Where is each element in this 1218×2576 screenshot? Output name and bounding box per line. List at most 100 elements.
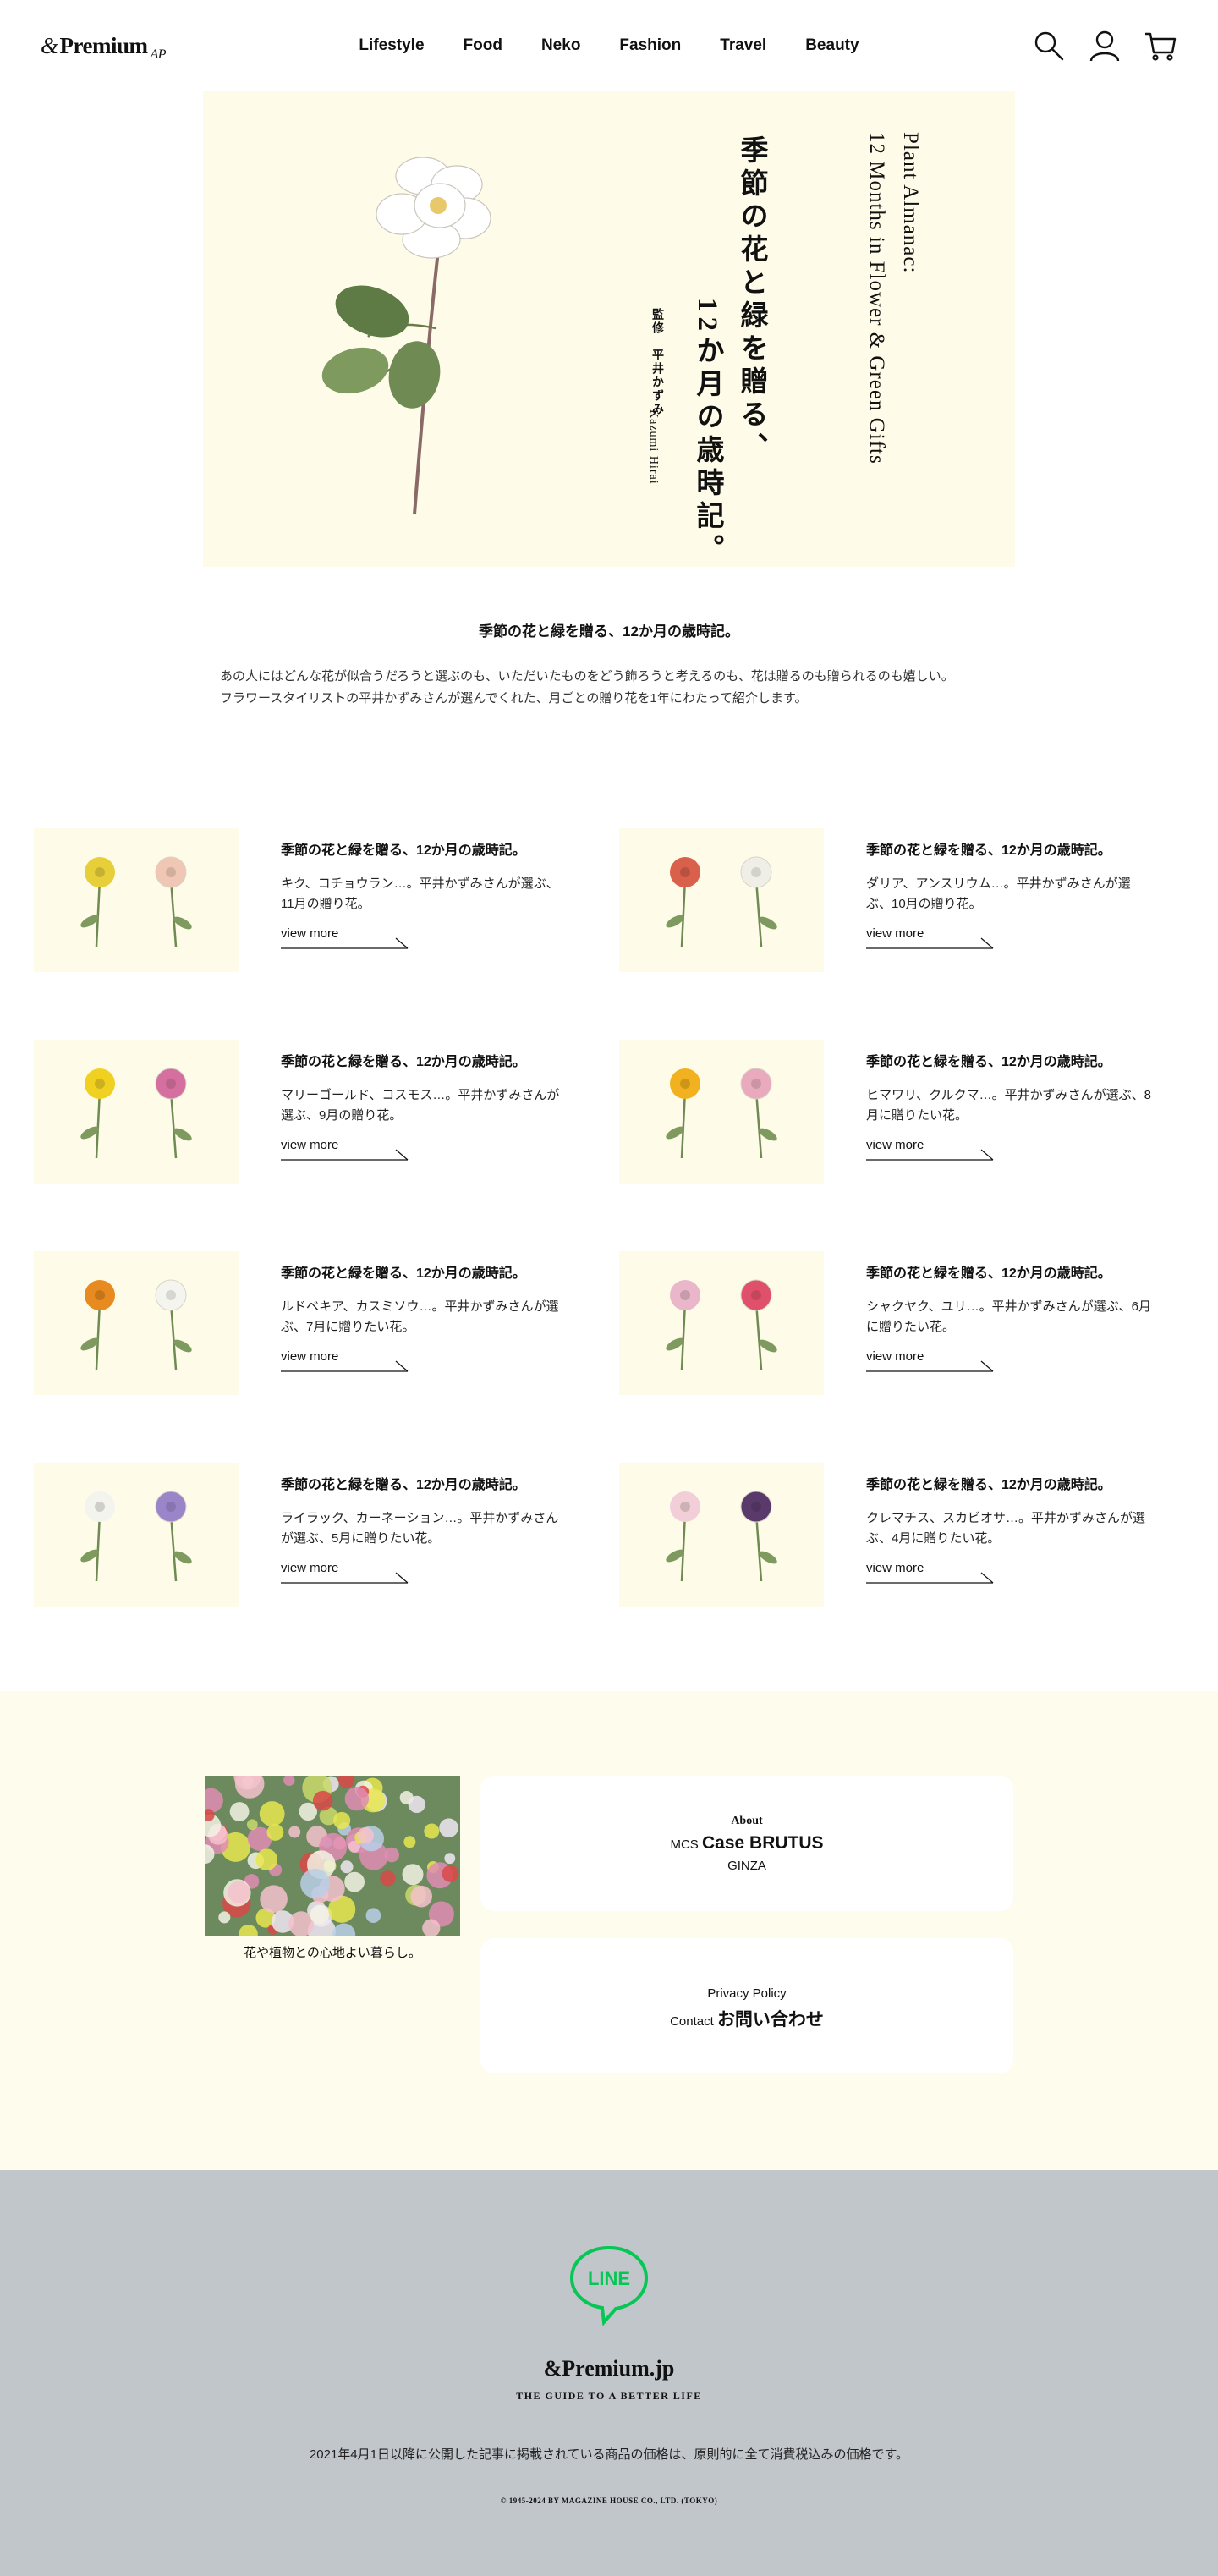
- article-thumbnail[interactable]: [619, 1463, 824, 1607]
- nav-travel[interactable]: Travel: [720, 36, 766, 55]
- contact-link[interactable]: お問い合わせ: [717, 2010, 824, 2029]
- arrow-right-icon: [281, 1360, 409, 1372]
- article-title[interactable]: 季節の花と緑を贈る、12か月の歳時記。: [866, 1265, 1154, 1283]
- about-panel: About MCS Case BRUTUS GINZA: [480, 1776, 1013, 1911]
- arrow-right-icon: [281, 937, 409, 949]
- nav-food[interactable]: Food: [464, 36, 502, 55]
- hero-title-en-1: Plant Almanac:: [899, 132, 922, 274]
- user-icon[interactable]: [1088, 29, 1122, 63]
- about-section: 花や植物との心地よい暮らし。 About MCS Case BRUTUS GIN…: [0, 1691, 1218, 2170]
- privacy-policy-link[interactable]: Privacy Policy: [707, 1986, 786, 2001]
- article-thumbnail[interactable]: [34, 1040, 239, 1184]
- view-more-link[interactable]: view more: [866, 926, 994, 949]
- line-icon-label: LINE: [588, 2268, 630, 2289]
- article-body: 季節の花と緑を贈る、12か月の歳時記。 ルドベキア、カスミソウ…。平井かずみさん…: [281, 1251, 568, 1372]
- article-body: 季節の花と緑を贈る、12か月の歳時記。 ダリア、アンスリウム…。平井かずみさんが…: [866, 828, 1154, 949]
- article-card: 季節の花と緑を贈る、12か月の歳時記。 ダリア、アンスリウム…。平井かずみさんが…: [619, 828, 1204, 972]
- about-caption: 花や植物との心地よい暮らし。: [244, 1946, 421, 1960]
- article-card: 季節の花と緑を贈る、12か月の歳時記。 クレマチス、スカビオサ…。平井かずみさん…: [619, 1463, 1204, 1607]
- hero-title-en-2: 12 Months in Flower & Green Gifts: [865, 132, 888, 464]
- article-body: 季節の花と緑を贈る、12か月の歳時記。 マリーゴールド、コスモス…。平井かずみさ…: [281, 1040, 568, 1161]
- arrow-right-icon: [866, 1360, 994, 1372]
- nav-beauty[interactable]: Beauty: [805, 36, 859, 55]
- hero-title-jp-1: 季節の花と緑を贈る、: [736, 135, 766, 465]
- article-thumbnail[interactable]: [619, 1040, 824, 1184]
- ginza-link[interactable]: GINZA: [727, 1859, 766, 1873]
- article-description: シャクヤク、ユリ…。平井かずみさんが選ぶ、6月に贈りたい花。: [866, 1299, 1151, 1334]
- arrow-right-icon: [866, 937, 994, 949]
- intro-desc-line-1: あの人にはどんな花が似合うだろうと選ぶのも、いただいたものをどう飾ろうと考えるの…: [220, 669, 954, 684]
- logo-text: Premium: [59, 32, 148, 58]
- article-description: クレマチス、スカビオサ…。平井かずみさんが選ぶ、4月に贈りたい花。: [866, 1511, 1146, 1546]
- article-grid: 季節の花と緑を贈る、12か月の歳時記。 キク、コチョウラン…。平井かずみさんが選…: [25, 828, 1193, 1607]
- article-description: ヒマワリ、クルクマ…。平井かずみさんが選ぶ、8月に贈りたい花。: [866, 1088, 1151, 1123]
- hero-supervisor-en: Kazumi Hirai: [647, 409, 660, 485]
- nav-lifestyle[interactable]: Lifestyle: [359, 36, 424, 55]
- about-link[interactable]: About: [731, 1815, 762, 1828]
- site-logo[interactable]: & Premium AP: [41, 32, 167, 62]
- article-card: 季節の花と緑を贈る、12か月の歳時記。 ルドベキア、カスミソウ…。平井かずみさん…: [34, 1251, 619, 1395]
- view-more-link[interactable]: view more: [281, 1561, 409, 1584]
- intro-title: 季節の花と緑を贈る、12か月の歳時記。: [479, 623, 739, 640]
- footer-price-note: 2021年4月1日以降に公開した記事に掲載されている商品の価格は、原則的に全て消…: [309, 2447, 909, 2462]
- article-thumbnail[interactable]: [34, 828, 239, 972]
- article-thumbnail[interactable]: [34, 1463, 239, 1607]
- hero-supervisor: 監修 平井かずみ: [650, 308, 663, 416]
- article-body: 季節の花と緑を贈る、12か月の歳時記。 ライラック、カーネーション…。平井かずみ…: [281, 1463, 568, 1584]
- article-thumbnail[interactable]: [619, 828, 824, 972]
- view-more-link[interactable]: view more: [281, 926, 409, 949]
- article-title[interactable]: 季節の花と緑を贈る、12か月の歳時記。: [866, 1053, 1154, 1072]
- footer-tagline: THE GUIDE TO A BETTER LIFE: [516, 2390, 702, 2402]
- article-description: ライラック、カーネーション…。平井かずみさんが選ぶ、5月に贈りたい花。: [281, 1511, 559, 1546]
- intro-description: あの人にはどんな花が似合うだろうと選ぶのも、いただいたものをどう飾ろうと考えるの…: [220, 666, 998, 710]
- intro-section: 季節の花と緑を贈る、12か月の歳時記。 あの人にはどんな花が似合うだろうと選ぶの…: [0, 567, 1218, 710]
- view-more-link[interactable]: view more: [866, 1349, 994, 1372]
- article-thumbnail[interactable]: [619, 1251, 824, 1395]
- contact-line: Contact お問い合わせ: [670, 2006, 824, 2031]
- article-title[interactable]: 季節の花と緑を贈る、12か月の歳時記。: [281, 1053, 568, 1072]
- hero-title-jp-2: 12か月の歳時記。: [692, 298, 722, 567]
- mcs-line: MCS Case BRUTUS: [670, 1833, 823, 1854]
- article-body: 季節の花と緑を贈る、12か月の歳時記。 キク、コチョウラン…。平井かずみさんが選…: [281, 828, 568, 949]
- search-icon[interactable]: [1032, 29, 1066, 63]
- contact-jp-label: お問い合わせ: [716, 2009, 824, 2029]
- article-description: キク、コチョウラン…。平井かずみさんが選ぶ、11月の贈り花。: [281, 876, 559, 911]
- nav-fashion[interactable]: Fashion: [619, 36, 681, 55]
- article-title[interactable]: 季節の花と緑を贈る、12か月の歳時記。: [866, 842, 1154, 860]
- arrow-right-icon: [866, 1572, 994, 1584]
- policy-panel: Privacy Policy Contact お問い合わせ: [480, 1938, 1013, 2073]
- mcs-label: MCS: [670, 1837, 699, 1852]
- site-header: & Premium AP Lifestyle Food Neko Fashion…: [0, 0, 1218, 91]
- cart-icon[interactable]: [1144, 29, 1177, 63]
- hero-flower-illustration: [321, 157, 491, 515]
- article-card: 季節の花と緑を贈る、12か月の歳時記。 シャクヤク、ユリ…。平井かずみさんが選ぶ…: [619, 1251, 1204, 1395]
- article-title[interactable]: 季節の花と緑を贈る、12か月の歳時記。: [866, 1476, 1154, 1495]
- article-thumbnail[interactable]: [34, 1251, 239, 1395]
- line-icon[interactable]: LINE: [567, 2241, 651, 2326]
- article-title[interactable]: 季節の花と緑を贈る、12か月の歳時記。: [281, 1265, 568, 1283]
- article-body: 季節の花と緑を贈る、12か月の歳時記。 ヒマワリ、クルクマ…。平井かずみさんが選…: [866, 1040, 1154, 1161]
- main-nav: Lifestyle Food Neko Fashion Travel Beaut…: [359, 0, 859, 91]
- article-description: ダリア、アンスリウム…。平井かずみさんが選ぶ、10月の贈り花。: [866, 876, 1131, 911]
- case-brutus-label: Case BRUTUS: [701, 1832, 824, 1853]
- view-more-link[interactable]: view more: [281, 1349, 409, 1372]
- header-icons: [1032, 29, 1177, 63]
- view-more-link[interactable]: view more: [866, 1561, 994, 1584]
- article-description: ルドベキア、カスミソウ…。平井かずみさんが選ぶ、7月に贈りたい花。: [281, 1299, 559, 1334]
- footer-copyright: © 1945-2024 BY MAGAZINE HOUSE CO., LTD. …: [500, 2496, 718, 2505]
- intro-desc-line-2: フラワースタイリストの平井かずみさんが選んでくれた、月ごとの贈り花を1年にわたっ…: [220, 691, 808, 706]
- case-brutus-link[interactable]: Case BRUTUS: [702, 1833, 824, 1853]
- article-title[interactable]: 季節の花と緑を贈る、12か月の歳時記。: [281, 1476, 568, 1495]
- nav-neko[interactable]: Neko: [541, 36, 580, 55]
- article-card: 季節の花と緑を贈る、12か月の歳時記。 キク、コチョウラン…。平井かずみさんが選…: [34, 828, 619, 972]
- article-description: マリーゴールド、コスモス…。平井かずみさんが選ぶ、9月の贈り花。: [281, 1088, 560, 1123]
- arrow-right-icon: [866, 1149, 994, 1161]
- contact-label: Contact: [670, 2013, 714, 2029]
- footer-logo[interactable]: &Premium.jp: [0, 2356, 1218, 2381]
- view-more-link[interactable]: view more: [281, 1138, 409, 1161]
- arrow-right-icon: [281, 1149, 409, 1161]
- view-more-link[interactable]: view more: [866, 1138, 994, 1161]
- arrow-right-icon: [281, 1572, 409, 1584]
- article-title[interactable]: 季節の花と緑を贈る、12か月の歳時記。: [281, 842, 568, 860]
- logo-amp: &: [41, 32, 58, 58]
